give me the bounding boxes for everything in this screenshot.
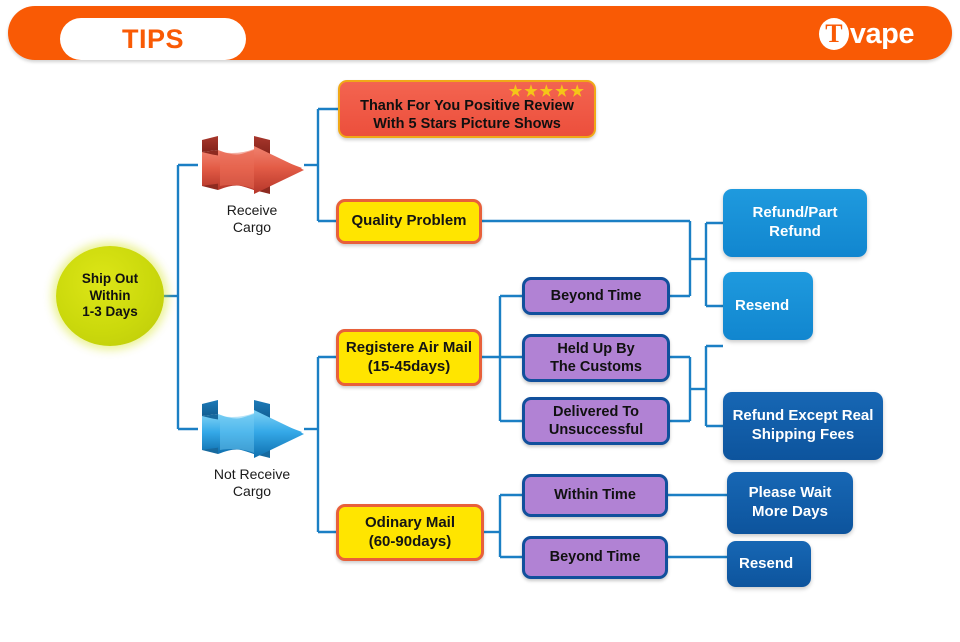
node-please-wait-more-days[interactable]: Please Wait More Days	[727, 472, 853, 534]
node-refund-part-refund-label: Refund/Part Refund	[752, 204, 838, 240]
node-delivered-unsuccessful-label: Delivered To Unsuccessful	[548, 403, 644, 438]
node-resend-air[interactable]: Resend	[723, 272, 813, 340]
node-delivered-unsuccessful[interactable]: Delivered To Unsuccessful	[522, 397, 670, 445]
node-quality-problem-label: Quality Problem	[351, 212, 467, 230]
node-refund-part-refund[interactable]: Refund/Part Refund	[723, 189, 867, 257]
node-beyond-time-ordinary-label: Beyond Time	[549, 549, 641, 566]
branch-receive-cargo[interactable]: Receive Cargo	[196, 134, 308, 235]
node-held-up-by-customs-label: Held Up By The Customs	[550, 340, 642, 375]
right-arrow-icon	[202, 400, 304, 458]
node-ship-out-label: Ship Out Within 1-3 Days	[81, 270, 139, 320]
node-held-up-by-customs[interactable]: Held Up By The Customs	[522, 334, 670, 382]
node-beyond-time-ordinary[interactable]: Beyond Time	[522, 536, 668, 579]
node-resend-ordinary-label: Resend	[739, 554, 794, 572]
node-beyond-time-air-label: Beyond Time	[550, 287, 642, 304]
branch-not-receive-cargo-label: Not Receive Cargo	[213, 466, 291, 500]
node-registered-air-mail-label: Registere Air Mail (15-45days)	[345, 338, 473, 375]
node-within-time[interactable]: Within Time	[522, 474, 668, 517]
right-arrow-icon	[202, 136, 304, 194]
node-ship-out[interactable]: Ship Out Within 1-3 Days	[56, 246, 164, 346]
node-please-wait-more-days-label: Please Wait More Days	[748, 484, 832, 520]
five-stars-icon: ★★★★★	[508, 83, 586, 100]
node-refund-except-shipping-label: Refund Except Real Shipping Fees	[732, 407, 874, 443]
node-ordinary-mail[interactable]: Odinary Mail (60-90days)	[336, 504, 484, 561]
node-resend-ordinary[interactable]: Resend	[727, 541, 811, 587]
branch-not-receive-cargo[interactable]: Not Receive Cargo	[196, 398, 308, 499]
node-beyond-time-air[interactable]: Beyond Time	[522, 277, 670, 315]
node-refund-except-shipping[interactable]: Refund Except Real Shipping Fees	[723, 392, 883, 460]
node-resend-air-label: Resend	[735, 296, 790, 314]
node-within-time-label: Within Time	[554, 487, 636, 504]
node-positive-review-label: Thank For You Positive Review With 5 Sta…	[360, 97, 574, 132]
node-ordinary-mail-label: Odinary Mail (60-90days)	[364, 513, 456, 550]
node-positive-review[interactable]: ★★★★★ Thank For You Positive Review With…	[338, 80, 596, 138]
node-quality-problem[interactable]: Quality Problem	[336, 199, 482, 244]
node-registered-air-mail[interactable]: Registere Air Mail (15-45days)	[336, 329, 482, 386]
branch-receive-cargo-label: Receive Cargo	[226, 202, 278, 236]
